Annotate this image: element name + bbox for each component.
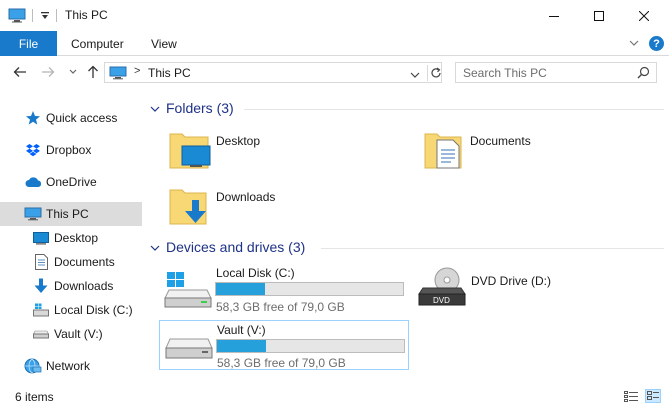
tab-computer[interactable]: Computer bbox=[71, 31, 124, 56]
windows-drive-icon bbox=[32, 301, 50, 319]
drive-tile-dvd[interactable]: DVD DVD Drive (D:) bbox=[417, 264, 577, 312]
close-button[interactable] bbox=[621, 0, 667, 31]
sidebar-item-desktop[interactable]: Desktop bbox=[0, 226, 142, 250]
drive-usage-fill bbox=[217, 340, 266, 352]
windows-drive-icon bbox=[163, 272, 213, 313]
recent-locations-button[interactable] bbox=[64, 64, 82, 80]
chevron-down-icon[interactable] bbox=[410, 68, 420, 82]
quick-access-toolbar-dropdown-icon[interactable] bbox=[40, 10, 50, 24]
dvd-drive-icon: DVD bbox=[417, 266, 467, 311]
download-icon bbox=[32, 277, 50, 295]
sidebar-item-onedrive[interactable]: OneDrive bbox=[0, 170, 142, 194]
breadcrumb[interactable]: This PC bbox=[148, 66, 191, 80]
sidebar-item-dropbox[interactable]: Dropbox bbox=[0, 138, 142, 162]
content-pane: Folders (3) Desktop Documents Downloads … bbox=[143, 96, 669, 383]
sidebar-item-vault[interactable]: Vault (V:) bbox=[0, 322, 142, 346]
window-title: This PC bbox=[65, 8, 108, 22]
minimize-button[interactable] bbox=[531, 0, 577, 31]
hard-drive-icon bbox=[164, 337, 214, 364]
desktop-folder-icon bbox=[168, 128, 212, 173]
group-divider bbox=[244, 109, 664, 110]
search-input[interactable]: Search This PC bbox=[463, 66, 547, 80]
back-button[interactable] bbox=[11, 64, 29, 80]
drive-icon bbox=[32, 325, 50, 343]
dropbox-icon bbox=[24, 141, 42, 159]
status-bar: 6 items bbox=[0, 383, 669, 409]
sidebar-item-this-pc[interactable]: This PC bbox=[0, 202, 142, 226]
group-header-folders[interactable]: Folders (3) bbox=[150, 100, 234, 116]
address-bar[interactable]: > This PC bbox=[104, 62, 442, 83]
tiles-view-icon[interactable] bbox=[645, 389, 661, 403]
sidebar-item-quick-access[interactable]: Quick access bbox=[0, 106, 142, 130]
tab-file[interactable]: File bbox=[0, 31, 57, 56]
help-icon[interactable]: ? bbox=[649, 36, 664, 51]
title-separator bbox=[32, 9, 33, 22]
search-icon[interactable] bbox=[637, 66, 650, 82]
sidebar-item-network[interactable]: Network bbox=[0, 354, 142, 378]
drive-usage-bar bbox=[216, 339, 405, 353]
maximize-button[interactable] bbox=[576, 0, 622, 31]
item-count: 6 items bbox=[15, 390, 54, 404]
chevron-down-icon[interactable] bbox=[150, 100, 160, 116]
sidebar-item-downloads[interactable]: Downloads bbox=[0, 274, 142, 298]
folder-tile-documents[interactable]: Documents bbox=[423, 128, 553, 176]
title-separator bbox=[56, 9, 57, 22]
cloud-icon bbox=[24, 173, 42, 191]
computer-icon bbox=[109, 66, 127, 83]
star-icon bbox=[24, 109, 42, 127]
drive-usage-fill bbox=[216, 283, 265, 295]
computer-icon bbox=[24, 205, 42, 223]
group-divider bbox=[321, 248, 664, 249]
forward-button[interactable] bbox=[39, 64, 57, 80]
chevron-down-icon[interactable] bbox=[150, 239, 160, 255]
up-button[interactable] bbox=[84, 64, 102, 80]
ribbon-tabs: File Computer View ? bbox=[0, 31, 669, 56]
sidebar-item-local-disk[interactable]: Local Disk (C:) bbox=[0, 298, 142, 322]
folder-tile-desktop[interactable]: Desktop bbox=[168, 128, 288, 176]
svg-text:DVD: DVD bbox=[433, 296, 450, 305]
breadcrumb-separator[interactable]: > bbox=[134, 65, 140, 77]
title-bar: This PC bbox=[0, 0, 669, 31]
search-box[interactable]: Search This PC bbox=[455, 62, 657, 83]
sidebar-item-documents[interactable]: Documents bbox=[0, 250, 142, 274]
expand-ribbon-icon[interactable] bbox=[628, 37, 640, 52]
tab-view[interactable]: View bbox=[151, 31, 177, 56]
drive-tile-local-disk[interactable]: Local Disk (C:) 58,3 GB free of 79,0 GB bbox=[159, 264, 409, 314]
details-view-icon[interactable] bbox=[623, 389, 639, 403]
desktop-icon bbox=[32, 229, 50, 247]
navigation-pane: Quick access Dropbox OneDrive This PC De… bbox=[0, 96, 143, 383]
group-header-devices[interactable]: Devices and drives (3) bbox=[150, 239, 305, 255]
network-icon bbox=[24, 357, 42, 375]
downloads-folder-icon bbox=[168, 184, 212, 229]
documents-icon bbox=[32, 253, 50, 271]
drive-usage-bar bbox=[215, 282, 404, 296]
drive-tile-vault[interactable]: Vault (V:) 58,3 GB free of 79,0 GB bbox=[159, 320, 409, 370]
refresh-icon[interactable] bbox=[427, 65, 443, 81]
documents-folder-icon bbox=[423, 128, 467, 173]
folder-tile-downloads[interactable]: Downloads bbox=[168, 184, 288, 232]
computer-icon[interactable] bbox=[8, 8, 26, 26]
